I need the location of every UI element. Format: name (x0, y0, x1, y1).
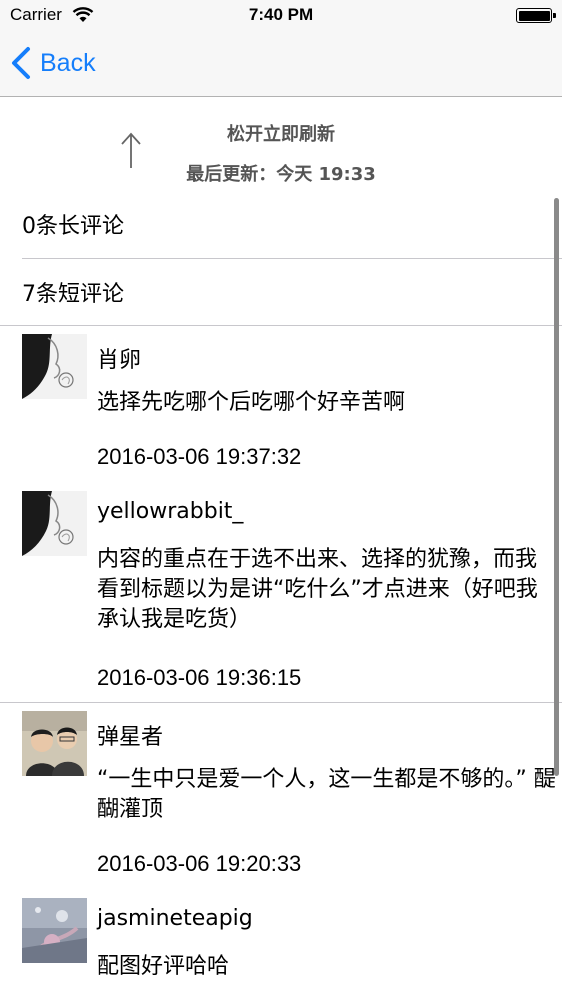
pull-to-refresh-header: 松开立即刷新 最后更新：今天 19:33 (0, 98, 562, 194)
clock: 7:40 PM (248, 5, 314, 24)
comment-text: 配图好评哈哈 (97, 954, 230, 979)
divider (0, 702, 562, 703)
navigation-bar: Back (0, 30, 562, 97)
last-updated: 最后更新：今天 19:33 (186, 164, 376, 185)
comment-text: “一生中只是爱一个人，这一生都是不够的。” 醍醐灌顶 (97, 767, 556, 822)
back-label: Back (40, 48, 96, 77)
comment-text: 选择先吃哪个后吃哪个好辛苦啊 (97, 390, 406, 415)
long-reviews-header: 0条长评论 (22, 214, 124, 239)
short-reviews-header: 7条短评论 (22, 282, 124, 307)
avatar (22, 711, 87, 776)
avatar (22, 491, 87, 556)
refresh-status: 松开立即刷新 (227, 124, 335, 145)
avatar (22, 898, 87, 963)
divider (0, 325, 562, 326)
comment-item[interactable]: 弹星者 “一生中只是爱一个人，这一生都是不够的。” 醍醐灌顶 2016-03-0… (0, 711, 562, 876)
comment-item[interactable]: jasmineteapig 配图好评哈哈 (0, 898, 562, 1000)
comment-item[interactable]: yellowrabbit_ 内容的重点在于选不出来、选择的犹豫，而我看到标题以为… (0, 491, 562, 691)
comment-author: yellowrabbit_ (97, 499, 244, 524)
comment-author: 肖卵 (97, 348, 142, 373)
divider (22, 258, 562, 259)
comment-author: 弹星者 (97, 725, 164, 750)
comments-list[interactable]: 松开立即刷新 最后更新：今天 19:33 0条长评论 7条短评论 肖卵 选择先吃… (0, 98, 562, 1000)
battery-icon (516, 8, 556, 23)
back-button[interactable]: Back (10, 44, 96, 82)
comment-item[interactable]: 肖卵 选择先吃哪个后吃哪个好辛苦啊 2016-03-06 19:37:32 (0, 334, 562, 469)
comment-time: 2016-03-06 19:20:33 (97, 851, 302, 876)
comment-time: 2016-03-06 19:36:15 (97, 665, 302, 690)
comment-text: 内容的重点在于选不出来、选择的犹豫，而我看到标题以为是讲“吃什么”才点进来（好吧… (97, 547, 538, 632)
status-bar: Carrier 7:40 PM (0, 0, 562, 30)
chevron-left-icon (12, 47, 30, 79)
avatar (22, 334, 87, 399)
comment-time: 2016-03-06 19:37:32 (97, 444, 302, 469)
comment-author: jasmineteapig (97, 906, 253, 931)
scrollbar[interactable] (554, 198, 559, 776)
